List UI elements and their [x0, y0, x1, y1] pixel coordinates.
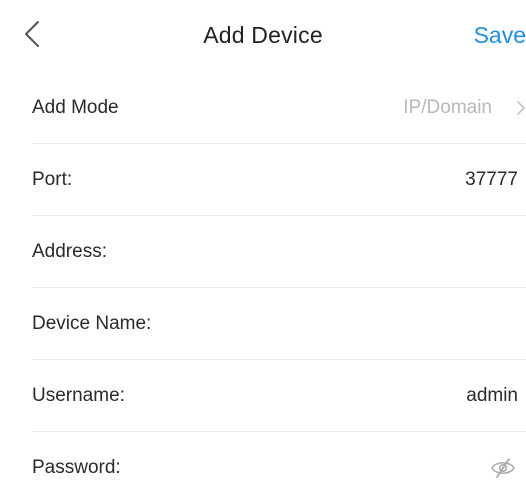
device-name-label: Device Name:: [32, 312, 152, 334]
save-button[interactable]: Save: [474, 22, 526, 49]
add-mode-value: IP/Domain: [403, 96, 492, 118]
username-field[interactable]: admin: [466, 385, 518, 407]
header: Add Device Save: [0, 0, 526, 72]
password-label: Password:: [32, 457, 121, 478]
device-form: Add Mode IP/Domain Port: 37777 Address: …: [0, 72, 526, 504]
port-row[interactable]: Port: 37777: [32, 144, 526, 216]
username-label: Username:: [32, 384, 125, 406]
add-device-screen: Add Device Save Add Mode IP/Domain Port:…: [0, 0, 526, 499]
port-field[interactable]: 37777: [465, 169, 518, 191]
page-title: Add Device: [203, 22, 323, 48]
eye-off-icon[interactable]: [490, 457, 516, 479]
chevron-right-icon: [516, 99, 526, 117]
add-mode-label: Add Mode: [32, 96, 119, 118]
port-label: Port:: [32, 168, 73, 190]
password-row[interactable]: Password:: [32, 432, 526, 504]
username-row[interactable]: Username: admin: [32, 360, 526, 432]
address-row[interactable]: Address:: [32, 216, 526, 288]
add-mode-row[interactable]: Add Mode IP/Domain: [32, 72, 526, 144]
device-name-row[interactable]: Device Name:: [32, 288, 526, 360]
address-label: Address:: [32, 240, 107, 262]
